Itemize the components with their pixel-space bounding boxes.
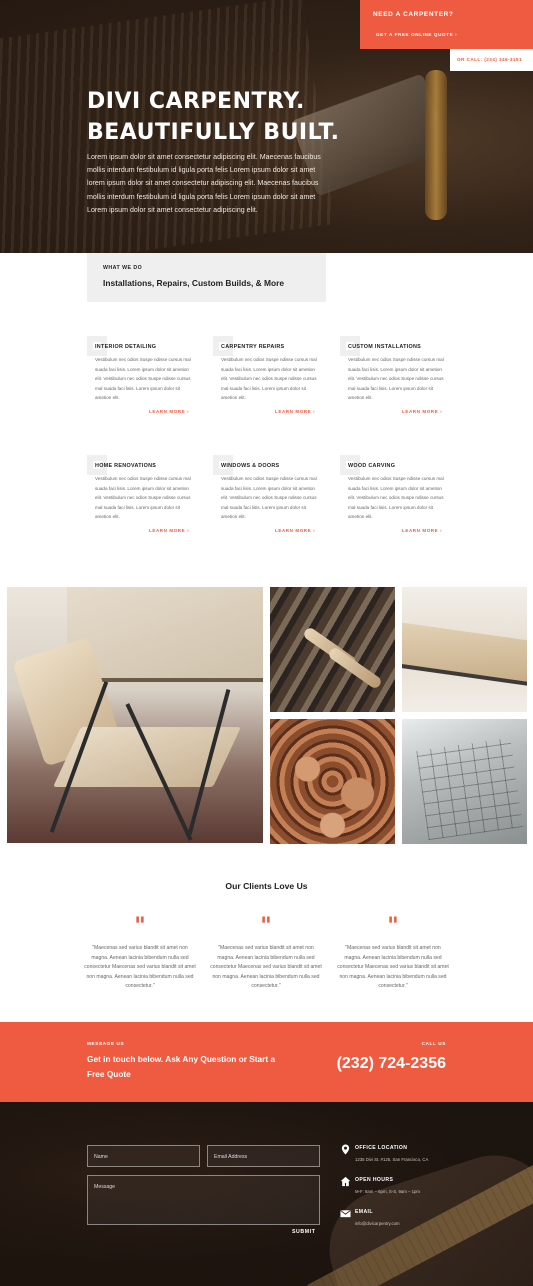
quote-icon: " (260, 913, 272, 939)
email-link[interactable]: info@divicarpentry.com (355, 1221, 400, 1226)
call-box: OR CALL: (234) 346-3151 (450, 49, 533, 71)
service-title: CARPENTRY REPAIRS (221, 344, 285, 350)
service-title: CUSTOM INSTALLATIONS (348, 344, 422, 350)
open-hours-value: M-F: 8am – 6pm, S-S, 9am – 1pm (355, 1189, 420, 1194)
email-field[interactable]: Email Address (207, 1145, 320, 1167)
call-phone-link[interactable]: OR CALL: (234) 346-3151 (457, 57, 522, 62)
email-field-placeholder: Email Address (214, 1154, 248, 1160)
call-us-label: CALL US (421, 1041, 446, 1046)
hero-title-line2: BEAUTIFULLY BUILT. (87, 120, 340, 145)
service-title: WOOD CARVING (348, 463, 396, 469)
email-title: EMAIL (355, 1209, 373, 1215)
home-icon (340, 1176, 351, 1187)
testimonial: " "Maecenas sed varius blandit sit amet … (210, 913, 322, 992)
message-field-placeholder: Message (94, 1184, 116, 1190)
testimonial: " "Maecenas sed varius blandit sit amet … (84, 913, 196, 992)
free-quote-link[interactable]: GET A FREE ONLINE QUOTE › (376, 32, 457, 37)
service-title: WINDOWS & DOORS (221, 463, 280, 469)
cta-box: NEED A CARPENTER? GET A FREE ONLINE QUOT… (360, 0, 533, 49)
wood-board-shape (402, 621, 527, 688)
what-we-do-kicker: WHAT WE DO (103, 265, 143, 271)
envelope-icon (340, 1210, 351, 1218)
message-us-label: MESSAGE US (87, 1041, 125, 1046)
learn-more-link[interactable]: LEARN MORE › (149, 528, 189, 533)
map-pin-icon (341, 1144, 350, 1155)
learn-more-link[interactable]: LEARN MORE › (402, 409, 442, 414)
gallery-image-wood-board[interactable] (402, 587, 527, 712)
submit-button[interactable]: SUBMIT (292, 1229, 315, 1235)
service-text: Vestibulum nec odios Suspe ndisse cursus… (348, 476, 444, 520)
cta-title: NEED A CARPENTER? (373, 11, 454, 18)
contact-form-section: Name Email Address Message SUBMIT OFFICE… (0, 1102, 533, 1286)
service-text: Vestibulum nec odios Suspe ndisse cursus… (95, 357, 191, 401)
testimonial-text: "Maecenas sed varius blandit sit amet no… (84, 945, 196, 989)
learn-more-link[interactable]: LEARN MORE › (149, 409, 189, 414)
testimonial-text: "Maecenas sed varius blandit sit amet no… (210, 945, 322, 989)
service-text: Vestibulum nec odios Suspe ndisse cursus… (221, 357, 317, 401)
gallery-image-blueprint[interactable] (402, 719, 527, 844)
service-title: HOME RENOVATIONS (95, 463, 157, 469)
open-hours-title: OPEN HOURS (355, 1177, 394, 1183)
learn-more-link[interactable]: LEARN MORE › (275, 528, 315, 533)
call-us-phone[interactable]: (232) 724-2356 (337, 1055, 446, 1073)
testimonial: " "Maecenas sed varius blandit sit amet … (337, 913, 449, 992)
testimonial-text: "Maecenas sed varius blandit sit amet no… (337, 945, 449, 989)
what-we-do-box: WHAT WE DO Installations, Repairs, Custo… (87, 253, 326, 302)
contact-band: MESSAGE US Get in touch below. Ask Any Q… (0, 1022, 533, 1102)
name-field-placeholder: Name (94, 1154, 108, 1160)
service-text: Vestibulum nec odios Suspe ndisse cursus… (95, 476, 191, 520)
message-us-text: Get in touch below. Ask Any Question or … (87, 1054, 276, 1079)
message-field[interactable]: Message (87, 1175, 320, 1225)
service-text: Vestibulum nec odios Suspe ndisse cursus… (348, 357, 444, 401)
office-location-title: OFFICE LOCATION (355, 1145, 408, 1151)
gallery-image-wood-carving[interactable] (270, 719, 395, 844)
service-title: INTERIOR DETAILING (95, 344, 157, 350)
gallery-image-chisels[interactable] (270, 587, 395, 712)
hero-hammer-image (425, 70, 447, 220)
learn-more-link[interactable]: LEARN MORE › (275, 409, 315, 414)
clients-title: Our Clients Love Us (225, 881, 308, 891)
hero-title: DIVI CARPENTRY. BEAUTIFULLY BUILT. (87, 86, 417, 148)
office-location-value: 1235 Divi St. #125, San Francisco, CA (355, 1157, 429, 1162)
hero-title-line1: DIVI CARPENTRY. (87, 89, 305, 114)
gallery-image-chair[interactable] (7, 587, 263, 843)
hero-text: Lorem ipsum dolor sit amet consectetur a… (87, 153, 321, 214)
quote-icon: " (387, 913, 399, 939)
what-we-do-heading: Installations, Repairs, Custom Builds, &… (103, 278, 285, 288)
service-text: Vestibulum nec odios Suspe ndisse cursus… (221, 476, 317, 520)
quote-icon: " (134, 913, 146, 939)
learn-more-link[interactable]: LEARN MORE › (402, 528, 442, 533)
blueprint-grid-shape (416, 737, 523, 841)
name-field[interactable]: Name (87, 1145, 200, 1167)
chisel-handle-shape (326, 645, 384, 691)
